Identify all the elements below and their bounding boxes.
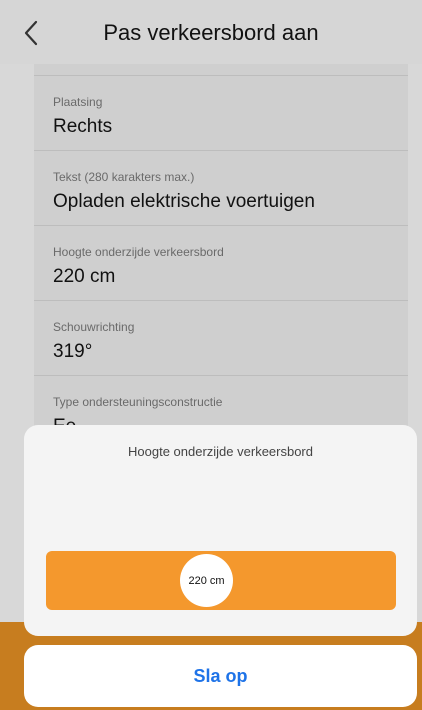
field-value: 319° bbox=[53, 341, 93, 362]
list-item[interactable]: Tekst (280 karakters max.) Opladen elekt… bbox=[34, 151, 408, 226]
save-button[interactable]: Sla op bbox=[24, 645, 417, 707]
navigation-bar: Pas verkeersbord aan bbox=[0, 0, 422, 64]
height-slider[interactable]: 220 cm bbox=[46, 551, 396, 610]
list-item[interactable]: Plaatsing Rechts bbox=[34, 76, 408, 151]
sheet-title: Hoogte onderzijde verkeersbord bbox=[128, 444, 313, 459]
list-item[interactable]: Schouwrichting 319° bbox=[34, 301, 408, 376]
list-item[interactable]: Hoogte onderzijde verkeersbord 220 cm bbox=[34, 226, 408, 301]
field-label: Hoogte onderzijde verkeersbord bbox=[53, 245, 224, 259]
page-title: Pas verkeersbord aan bbox=[103, 20, 319, 45]
field-label: Tekst (280 karakters max.) bbox=[53, 170, 195, 184]
field-value: 220 cm bbox=[53, 266, 116, 287]
truncated-text: ' bbox=[162, 64, 166, 75]
field-label: Schouwrichting bbox=[53, 320, 135, 334]
field-label: Type ondersteuningsconstructie bbox=[53, 395, 223, 409]
value-picker-sheet: Hoogte onderzijde verkeersbord 220 cm bbox=[24, 425, 417, 636]
list-item: ' bbox=[34, 64, 408, 76]
field-value: Rechts bbox=[53, 116, 113, 137]
slider-knob[interactable]: 220 cm bbox=[180, 554, 233, 607]
field-label: Plaatsing bbox=[53, 95, 103, 109]
slider-value-label: 220 cm bbox=[188, 574, 225, 587]
field-value: Opladen elektrische voertuigen bbox=[53, 191, 315, 212]
